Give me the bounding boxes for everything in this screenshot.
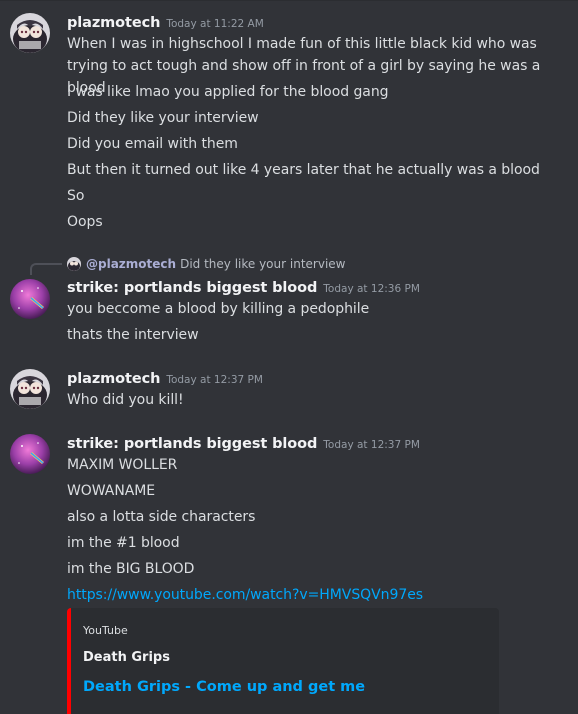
message-text: im the #1 blood (67, 535, 180, 551)
message-text: Oops (67, 214, 103, 230)
message-text: Who did you kill! (67, 392, 184, 408)
strike-avatar-icon[interactable] (10, 279, 50, 319)
message-text: thats the interview (67, 327, 199, 343)
username[interactable]: strike: portlands biggest blood (67, 280, 317, 296)
message-header: plazmotech Today at 11:22 AM (67, 12, 264, 32)
youtube-embed: YouTube Death Grips Death Grips - Come u… (67, 608, 499, 714)
message-header: strike: portlands biggest blood Today at … (67, 277, 420, 297)
plazmotech-avatar-icon[interactable] (10, 13, 50, 53)
message-text: But then it turned out like 4 years late… (67, 162, 540, 178)
username[interactable]: plazmotech (67, 371, 160, 387)
message-text: im the BIG BLOOD (67, 561, 195, 577)
message-text: MAXIM WOLLER (67, 457, 178, 473)
timestamp: Today at 12:37 PM (166, 374, 263, 386)
message-header: strike: portlands biggest blood Today at … (67, 433, 420, 453)
timestamp: Today at 12:36 PM (323, 283, 420, 295)
message-header: plazmotech Today at 12:37 PM (67, 368, 263, 388)
embed-provider[interactable]: YouTube (83, 624, 128, 637)
reply-preview[interactable]: @plazmotech Did they like your interview (67, 256, 345, 272)
timestamp: Today at 11:22 AM (166, 18, 264, 30)
timestamp: Today at 12:37 PM (323, 439, 420, 451)
strike-avatar-icon[interactable] (10, 434, 50, 474)
message-text: Did they like your interview (67, 110, 259, 126)
username[interactable]: plazmotech (67, 15, 160, 31)
message-text: also a lotta side characters (67, 509, 256, 525)
embed-author[interactable]: Death Grips (83, 650, 170, 665)
chat-message-list: plazmotech Today at 11:22 AM When I was i… (0, 0, 578, 714)
plazmotech-avatar-icon[interactable] (10, 369, 50, 409)
reply-mention[interactable]: @plazmotech (86, 257, 176, 271)
reply-text[interactable]: Did they like your interview (180, 257, 345, 271)
message-text: Did you email with them (67, 136, 238, 152)
reply-avatar-icon (67, 257, 81, 271)
embed-title-link[interactable]: Death Grips - Come up and get me (83, 679, 365, 695)
message-text: So (67, 188, 85, 204)
message-text: I was like lmao you applied for the bloo… (67, 84, 389, 100)
reply-connector (30, 263, 62, 275)
youtube-link[interactable]: https://www.youtube.com/watch?v=HMVSQVn9… (67, 584, 572, 606)
username[interactable]: strike: portlands biggest blood (67, 436, 317, 452)
message-text: WOWANAME (67, 483, 156, 499)
message-text: you beccome a blood by killing a pedophi… (67, 301, 370, 317)
